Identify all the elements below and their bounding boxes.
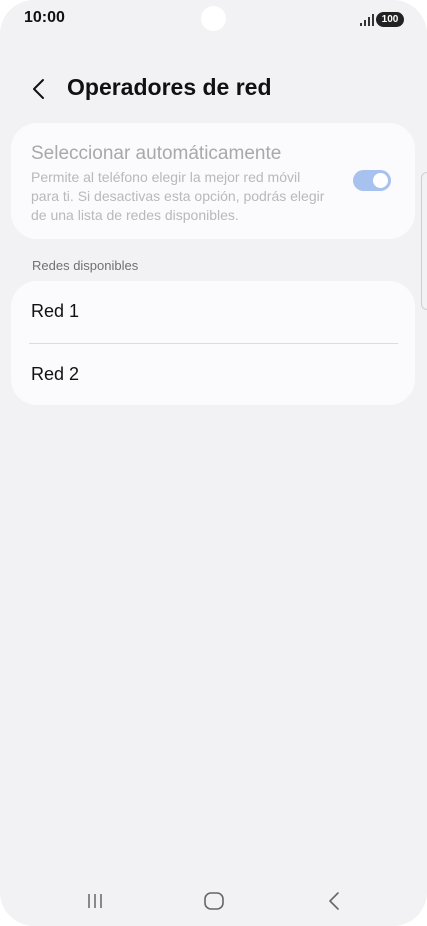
- status-bar: 10:00 100: [0, 0, 427, 44]
- header: Operadores de red: [0, 64, 427, 112]
- recents-icon: [88, 894, 102, 908]
- page-title: Operadores de red: [67, 74, 272, 100]
- section-label-networks: Redes disponibles: [32, 258, 139, 273]
- battery-icon: 100: [376, 12, 404, 27]
- auto-select-title: Seleccionar automáticamente: [31, 143, 282, 164]
- status-time: 10:00: [24, 9, 65, 26]
- home-icon: [204, 892, 224, 910]
- auto-select-card[interactable]: Seleccionar automáticamente Permite al t…: [11, 123, 415, 239]
- toggle-knob: [373, 173, 388, 188]
- auto-select-description: Permite al teléfono elegir la mejor red …: [31, 169, 325, 223]
- network-item-red-1[interactable]: Red 1: [11, 281, 415, 343]
- signal-icon: [360, 14, 374, 26]
- back-icon: [329, 892, 339, 910]
- network-item-red-2[interactable]: Red 2: [11, 344, 415, 406]
- auto-select-toggle[interactable]: [353, 170, 391, 191]
- scrollbar[interactable]: [421, 172, 427, 310]
- network-item-label: Red 1: [31, 301, 80, 321]
- nav-back-button[interactable]: [314, 886, 354, 916]
- network-item-label: Red 2: [31, 364, 80, 384]
- networks-list: Red 1 Red 2: [11, 281, 415, 405]
- recents-button[interactable]: [75, 886, 115, 916]
- home-button[interactable]: [194, 886, 234, 916]
- phone-screen: 10:00 100 Operadores de red Seleccionar …: [0, 0, 427, 926]
- front-camera: [201, 6, 226, 31]
- chevron-left-icon: [33, 79, 44, 99]
- back-button[interactable]: [22, 72, 56, 106]
- navigation-bar: [0, 878, 427, 926]
